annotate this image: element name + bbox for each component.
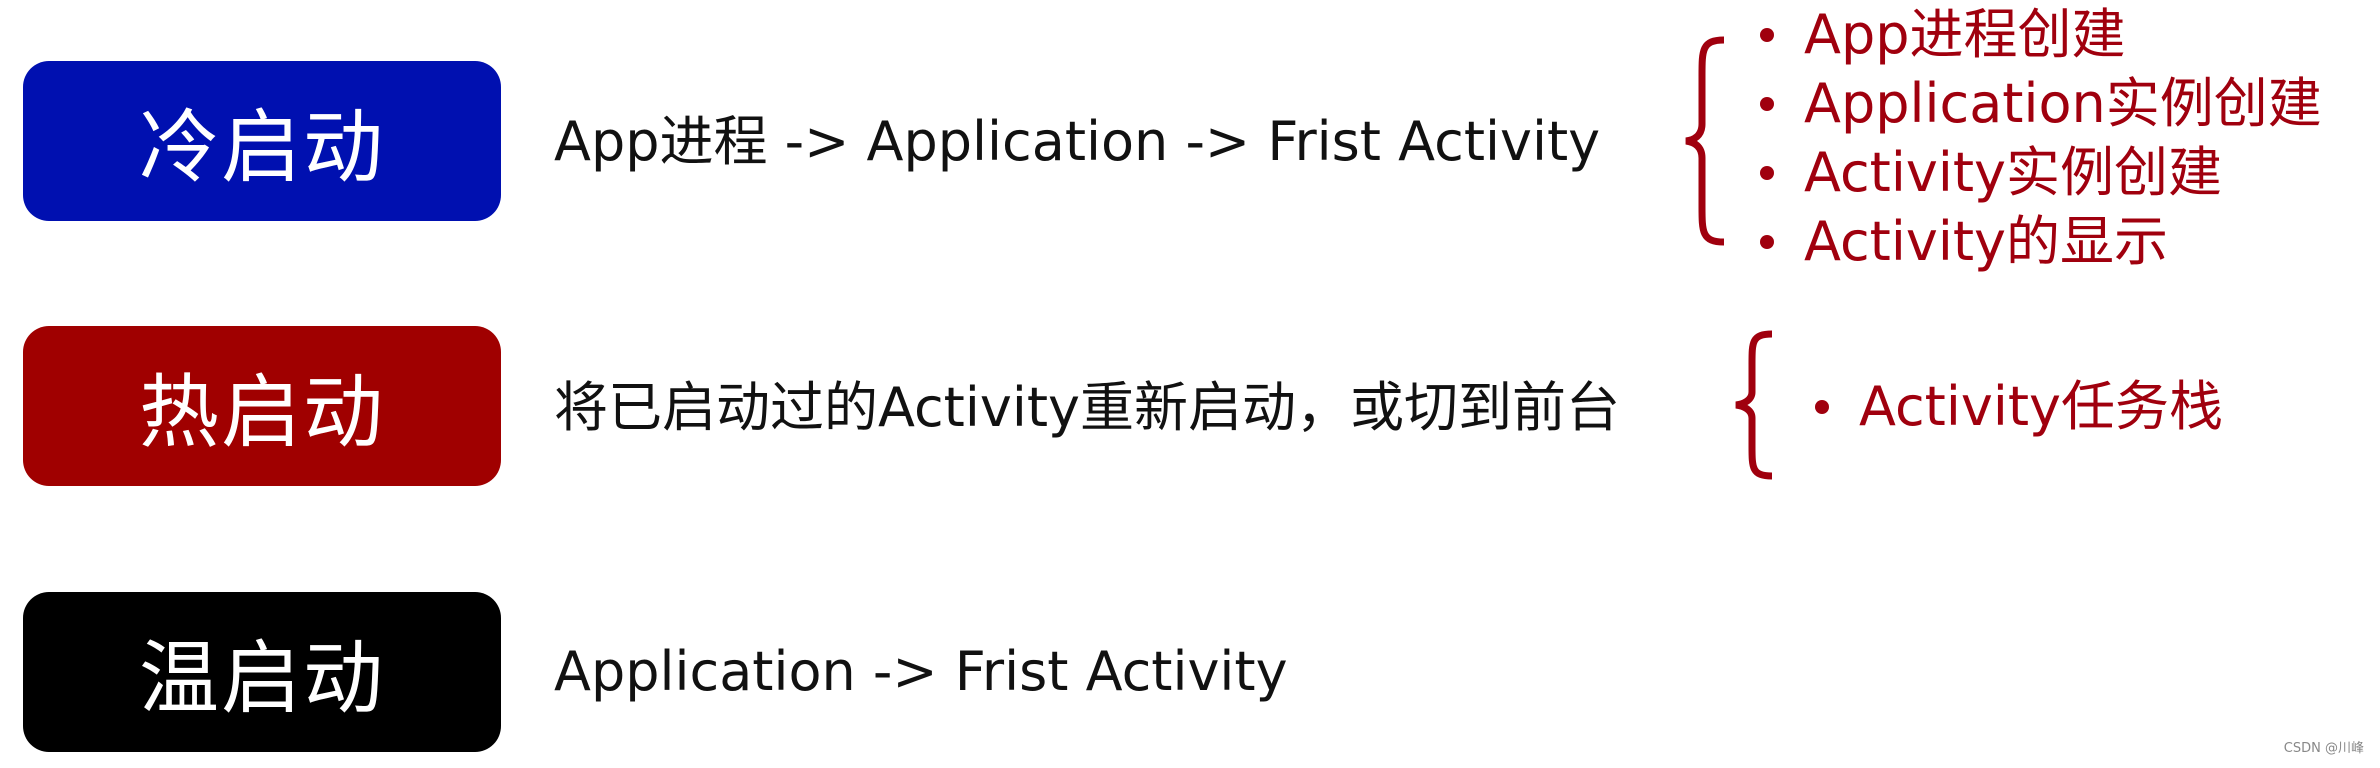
cold-start-description: App进程 -> Application -> Frist Activity bbox=[554, 110, 1601, 173]
cold-start-brace-icon bbox=[1685, 36, 1725, 246]
hot-start-brace-icon bbox=[1735, 330, 1773, 480]
list-item: Activity实例创建 bbox=[1760, 138, 2322, 207]
bullet-icon bbox=[1760, 27, 1774, 42]
hot-start-description: 将已启动过的Activity重新启动，或切到前台 bbox=[554, 376, 1620, 439]
bullet-icon bbox=[1760, 165, 1774, 180]
hot-start-details: Activity任务栈 bbox=[1815, 372, 2223, 441]
bullet-icon bbox=[1760, 234, 1774, 249]
warm-start-label: 温启动 bbox=[139, 632, 385, 725]
warm-start-description: Application -> Frist Activity bbox=[554, 640, 1288, 703]
warm-start-label-box: 温启动 bbox=[23, 592, 501, 752]
bullet-icon bbox=[1760, 96, 1774, 111]
cold-start-label: 冷启动 bbox=[139, 101, 385, 194]
hot-start-label: 热启动 bbox=[139, 366, 385, 459]
list-item: App进程创建 bbox=[1760, 0, 2322, 69]
cold-start-label-box: 冷启动 bbox=[23, 61, 501, 221]
cold-start-details: App进程创建 Application实例创建 Activity实例创建 Act… bbox=[1760, 0, 2322, 276]
bullet-icon bbox=[1815, 399, 1829, 414]
watermark: CSDN @川峰 bbox=[2283, 741, 2364, 756]
list-item: Application实例创建 bbox=[1760, 69, 2322, 138]
hot-start-label-box: 热启动 bbox=[23, 326, 501, 486]
list-item: Activity任务栈 bbox=[1815, 372, 2223, 441]
list-item: Activity的显示 bbox=[1760, 207, 2322, 276]
